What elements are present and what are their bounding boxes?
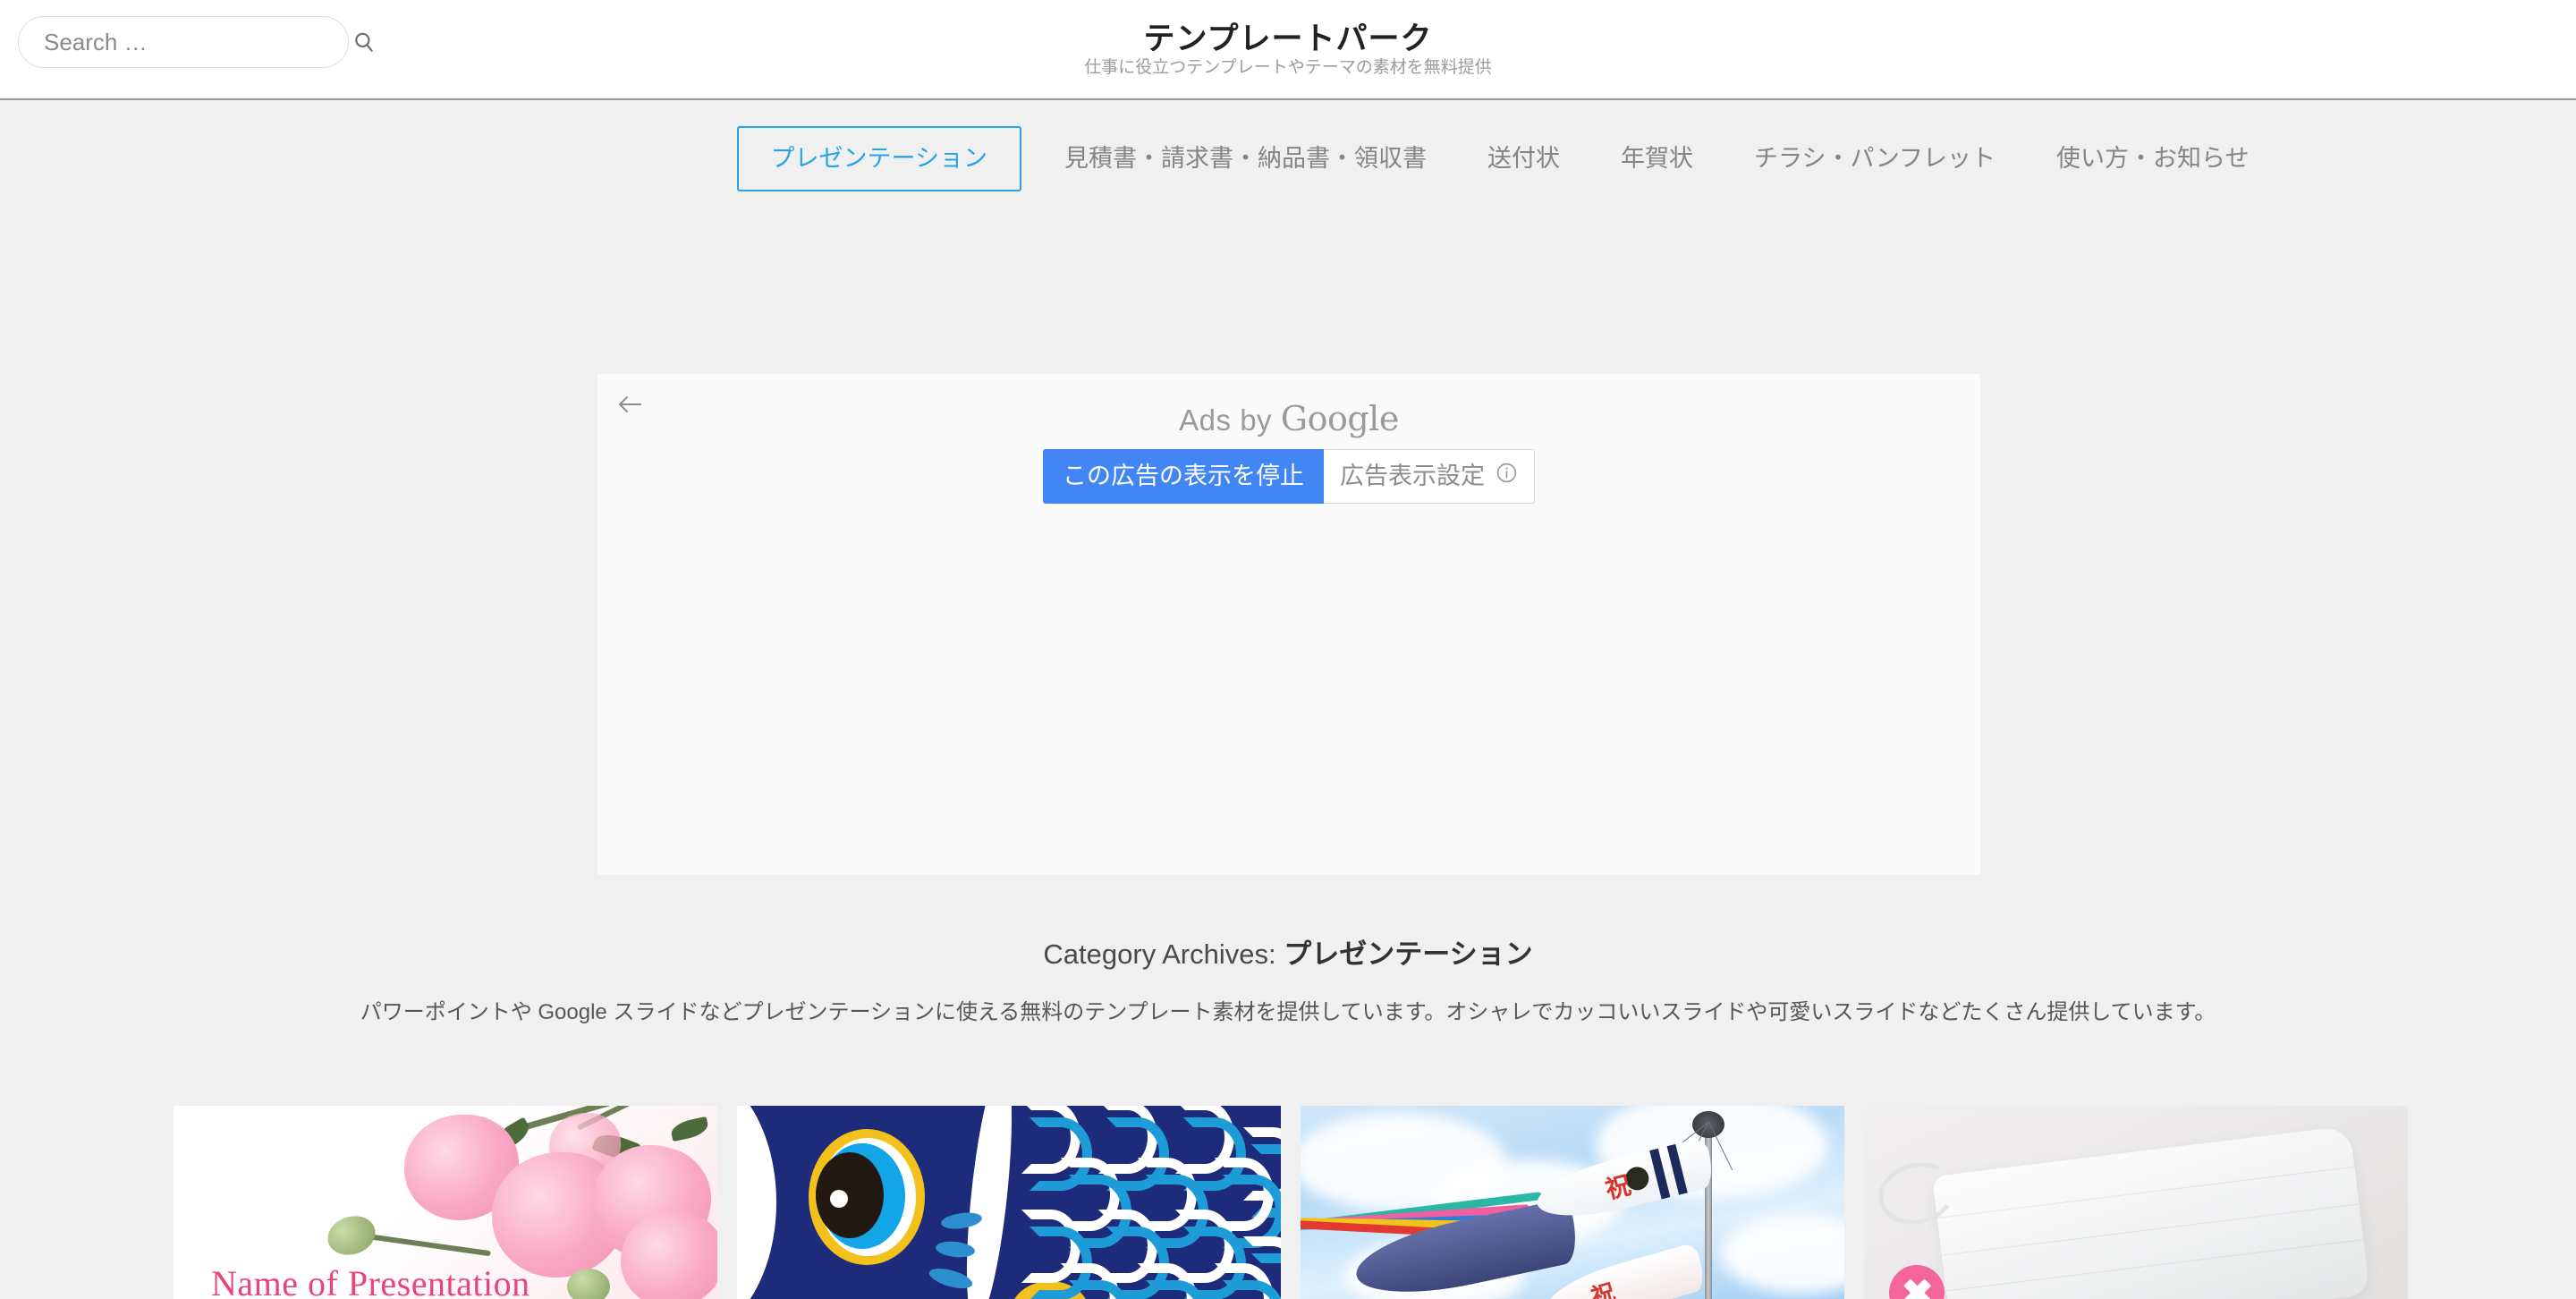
google-wordmark: Google <box>1280 399 1400 438</box>
site-title: テンプレートパーク <box>1143 21 1433 57</box>
ads-by-text: Ads by <box>1179 403 1281 437</box>
archive-title-prefix: Category Archives: <box>1043 938 1284 970</box>
template-card[interactable]: Name of Presentation <box>174 1106 717 1299</box>
nav-item-presentation[interactable]: プレゼンテーション <box>736 125 1021 191</box>
card-overlay-title: Name of Presentation <box>211 1263 530 1299</box>
archive-title-term: プレゼンテーション <box>1284 938 1533 970</box>
ads-by-google-label: Ads by Google <box>597 399 1980 438</box>
stop-showing-ad-button[interactable]: この広告の表示を停止 <box>1043 449 1324 505</box>
template-card[interactable]: 祝 祝 <box>1301 1106 1844 1299</box>
site-branding: テンプレートパーク 仕事に役立つテンプレートやテーマの素材を無料提供 <box>0 0 2576 100</box>
ad-action-row: この広告の表示を停止 広告表示設定 <box>597 449 1980 505</box>
template-card-grid: Name of Presentation 祝 祝 <box>174 1106 2410 1299</box>
search-button[interactable] <box>352 17 376 67</box>
nav-item-quotation-invoice[interactable]: 見積書・請求書・納品書・領収書 <box>1034 146 1457 171</box>
site-tagline: 仕事に役立つテンプレートやテーマの素材を無料提供 <box>1084 57 1492 77</box>
card-overlay-kanji-secondary: 祝 <box>1588 1278 1619 1299</box>
search-input[interactable] <box>19 28 352 56</box>
google-ad-panel: Ads by Google この広告の表示を停止 広告表示設定 <box>597 374 1980 875</box>
carnation-slide-image: Name of Presentation <box>174 1106 717 1299</box>
ad-settings-button[interactable]: 広告表示設定 <box>1324 449 1535 505</box>
koinobori-photo-image: 祝 祝 <box>1301 1106 1844 1299</box>
nav-item-newyear-card[interactable]: 年賀状 <box>1590 146 1724 171</box>
primary-navigation: プレゼンテーション 見積書・請求書・納品書・領収書 送付状 年賀状 チラシ・パン… <box>0 100 2576 216</box>
mask-photo-image <box>1864 1106 2408 1299</box>
nav-item-flyer-pamphlet[interactable]: チラシ・パンフレット <box>1724 146 2026 171</box>
archive-description: パワーポイントや Google スライドなどプレゼンテーションに使える無料のテン… <box>360 1000 2216 1024</box>
template-card[interactable] <box>1864 1106 2408 1299</box>
search-icon <box>352 30 376 54</box>
ad-settings-label: 広告表示設定 <box>1340 463 1485 489</box>
info-icon <box>1496 461 1518 492</box>
nav-item-cover-letter[interactable]: 送付状 <box>1457 146 1590 171</box>
search-box[interactable] <box>18 16 373 68</box>
template-card[interactable] <box>737 1106 1281 1299</box>
page-title: Category Archives: プレゼンテーション <box>0 938 2576 971</box>
nav-item-howto-news[interactable]: 使い方・お知らせ <box>2026 146 2279 171</box>
koinobori-illustration-image <box>737 1106 1281 1299</box>
site-header: テンプレートパーク 仕事に役立つテンプレートやテーマの素材を無料提供 <box>0 0 2576 100</box>
